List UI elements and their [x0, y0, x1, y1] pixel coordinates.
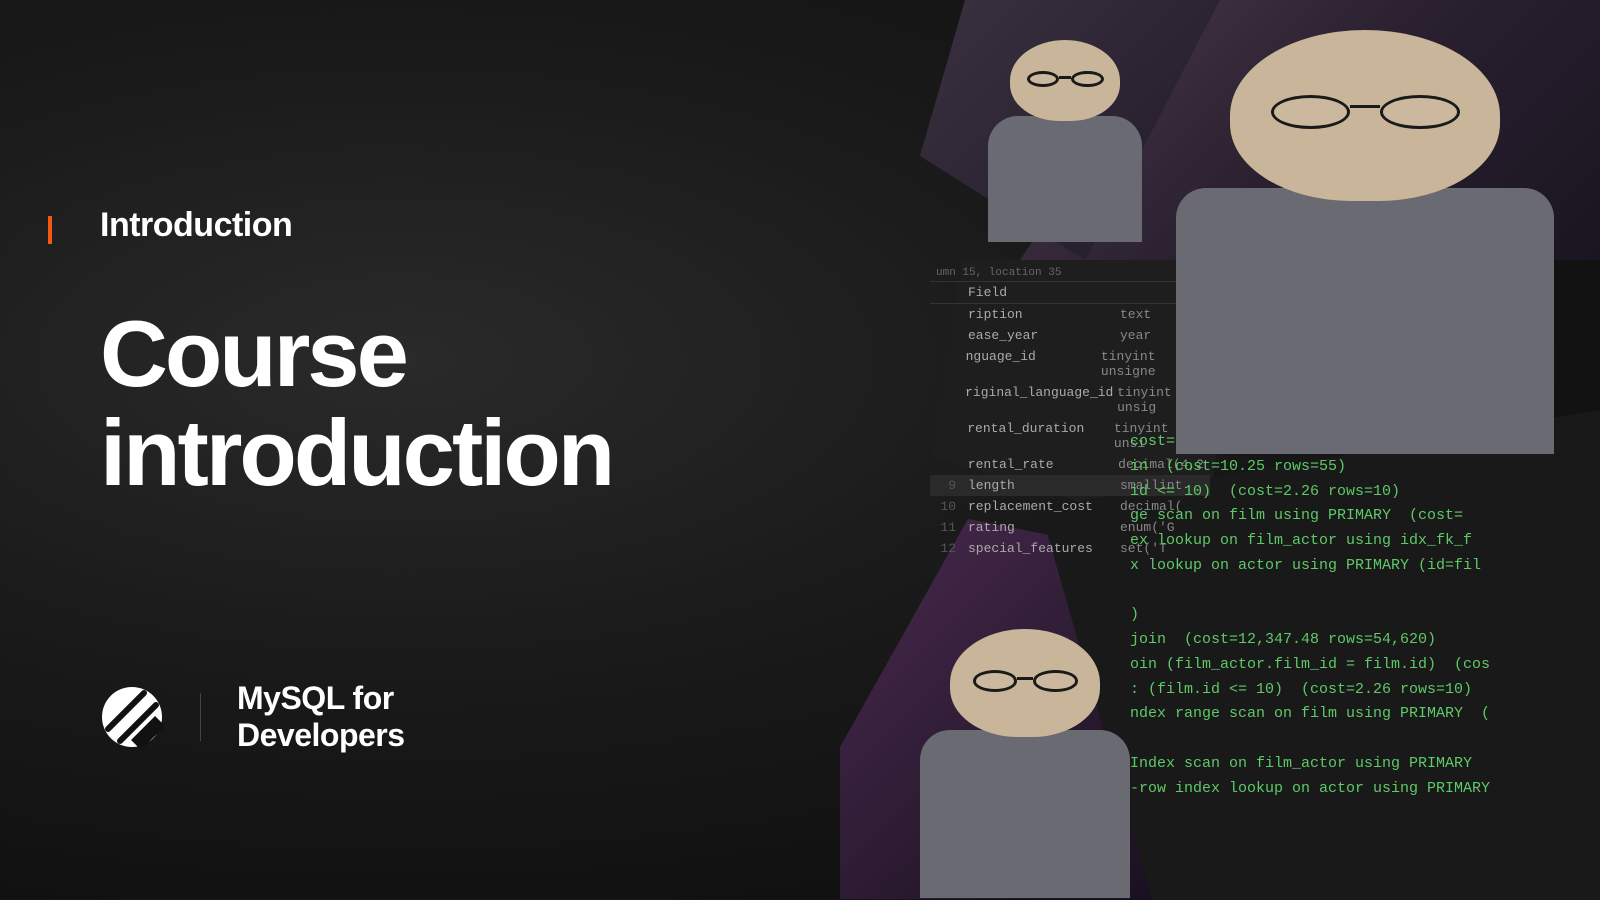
title-line: introduction — [100, 404, 612, 503]
section-marker — [48, 216, 52, 244]
brand-line: MySQL for — [237, 680, 405, 717]
section-label: Introduction — [100, 206, 292, 245]
page-title: Course introduction — [100, 305, 612, 502]
brand-line: Developers — [237, 717, 405, 754]
logo-divider — [200, 693, 201, 741]
brand-name: MySQL for Developers — [237, 680, 405, 754]
title-line: Course — [100, 305, 612, 404]
title-slide: Introduction Course introduction MySQL f… — [0, 0, 1600, 899]
footer-brand: MySQL for Developers — [100, 680, 405, 754]
planetscale-logo-icon — [100, 685, 164, 749]
